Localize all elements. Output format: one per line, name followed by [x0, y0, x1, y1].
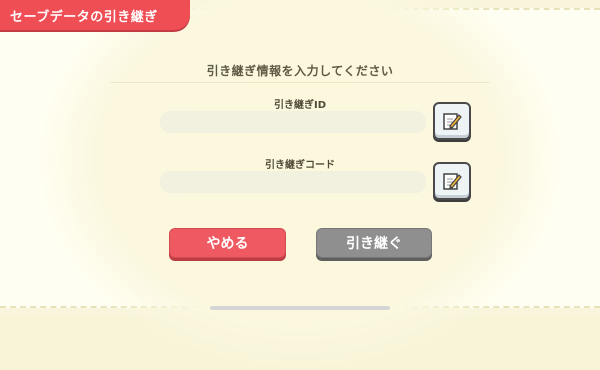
transfer-button[interactable]: 引き継ぐ: [316, 228, 432, 258]
edit-pencil-icon: [443, 173, 462, 190]
page-title: セーブデータの引き継ぎ: [10, 10, 158, 25]
edit-transfer-id-button[interactable]: [433, 102, 471, 140]
transfer-id-field[interactable]: [160, 111, 426, 133]
instructions-text: 引き継ぎ情報を入力してください: [206, 64, 394, 78]
cancel-button[interactable]: やめる: [169, 228, 286, 258]
transfer-id-label: 引き継ぎID: [273, 100, 327, 111]
transfer-code-field[interactable]: [160, 171, 426, 193]
home-indicator: [210, 306, 390, 310]
transfer-code-label: 引き継ぎコード: [265, 160, 335, 171]
edit-pencil-icon: [443, 113, 462, 130]
divider: [110, 82, 490, 83]
edit-transfer-code-button[interactable]: [433, 162, 471, 200]
title-tab: セーブデータの引き継ぎ: [0, 0, 190, 30]
